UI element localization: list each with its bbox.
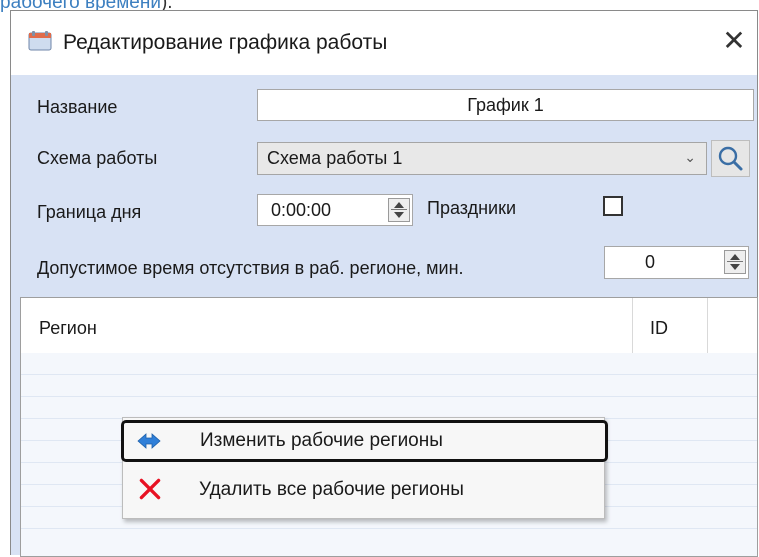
background-link-text[interactable]: рабочего времени). xyxy=(0,0,173,13)
menu-item-label: Удалить все рабочие регионы xyxy=(199,479,464,500)
grid-row-line xyxy=(21,374,757,375)
grid-header: Регион ID xyxy=(21,298,757,353)
grid-row-line xyxy=(21,528,757,529)
name-input[interactable]: График 1 xyxy=(257,89,754,121)
column-header-id[interactable]: ID xyxy=(650,318,668,339)
close-button[interactable]: ✕ xyxy=(717,24,751,58)
spinner-arrows-icon[interactable] xyxy=(724,250,746,274)
day-border-spinner[interactable]: 0:00:00 xyxy=(257,194,413,226)
day-border-label: Граница дня xyxy=(37,202,142,222)
column-divider xyxy=(632,298,633,353)
day-border-value: 0:00:00 xyxy=(271,200,332,220)
spinner-arrows-icon[interactable] xyxy=(388,198,410,222)
dialog-title: Редактирование графика работы xyxy=(63,31,388,54)
red-x-icon xyxy=(139,478,161,500)
search-icon xyxy=(718,146,743,171)
scheme-select[interactable]: Схема работы 1 ⌄ xyxy=(257,142,707,175)
menu-item-label: Изменить рабочие регионы xyxy=(200,430,443,451)
name-label: Название xyxy=(37,97,118,117)
window-app-icon xyxy=(28,31,52,51)
grid-row-line xyxy=(21,396,757,397)
menu-item-change-regions[interactable]: Изменить рабочие регионы xyxy=(121,420,608,462)
chevron-down-icon[interactable]: ⌄ xyxy=(684,143,696,174)
context-menu: Изменить рабочие регионы Удалить все раб… xyxy=(121,417,608,519)
absence-spinner[interactable]: 0 xyxy=(604,246,749,279)
menu-item-delete-all-regions[interactable]: Удалить все рабочие регионы xyxy=(123,468,604,512)
column-divider xyxy=(707,298,708,353)
absence-label: Допустимое время отсутствия в раб. регио… xyxy=(37,258,464,278)
holidays-label: Праздники xyxy=(427,198,517,218)
search-button[interactable] xyxy=(711,140,750,177)
absence-value: 0 xyxy=(645,252,656,272)
holidays-checkbox[interactable] xyxy=(603,196,623,216)
scheme-select-value: Схема работы 1 xyxy=(267,148,403,168)
column-header-region[interactable]: Регион xyxy=(39,318,97,339)
dialog-titlebar: Редактирование графика работы ✕ xyxy=(11,11,757,75)
scheme-label: Схема работы xyxy=(37,148,158,168)
double-arrow-icon xyxy=(137,433,161,449)
